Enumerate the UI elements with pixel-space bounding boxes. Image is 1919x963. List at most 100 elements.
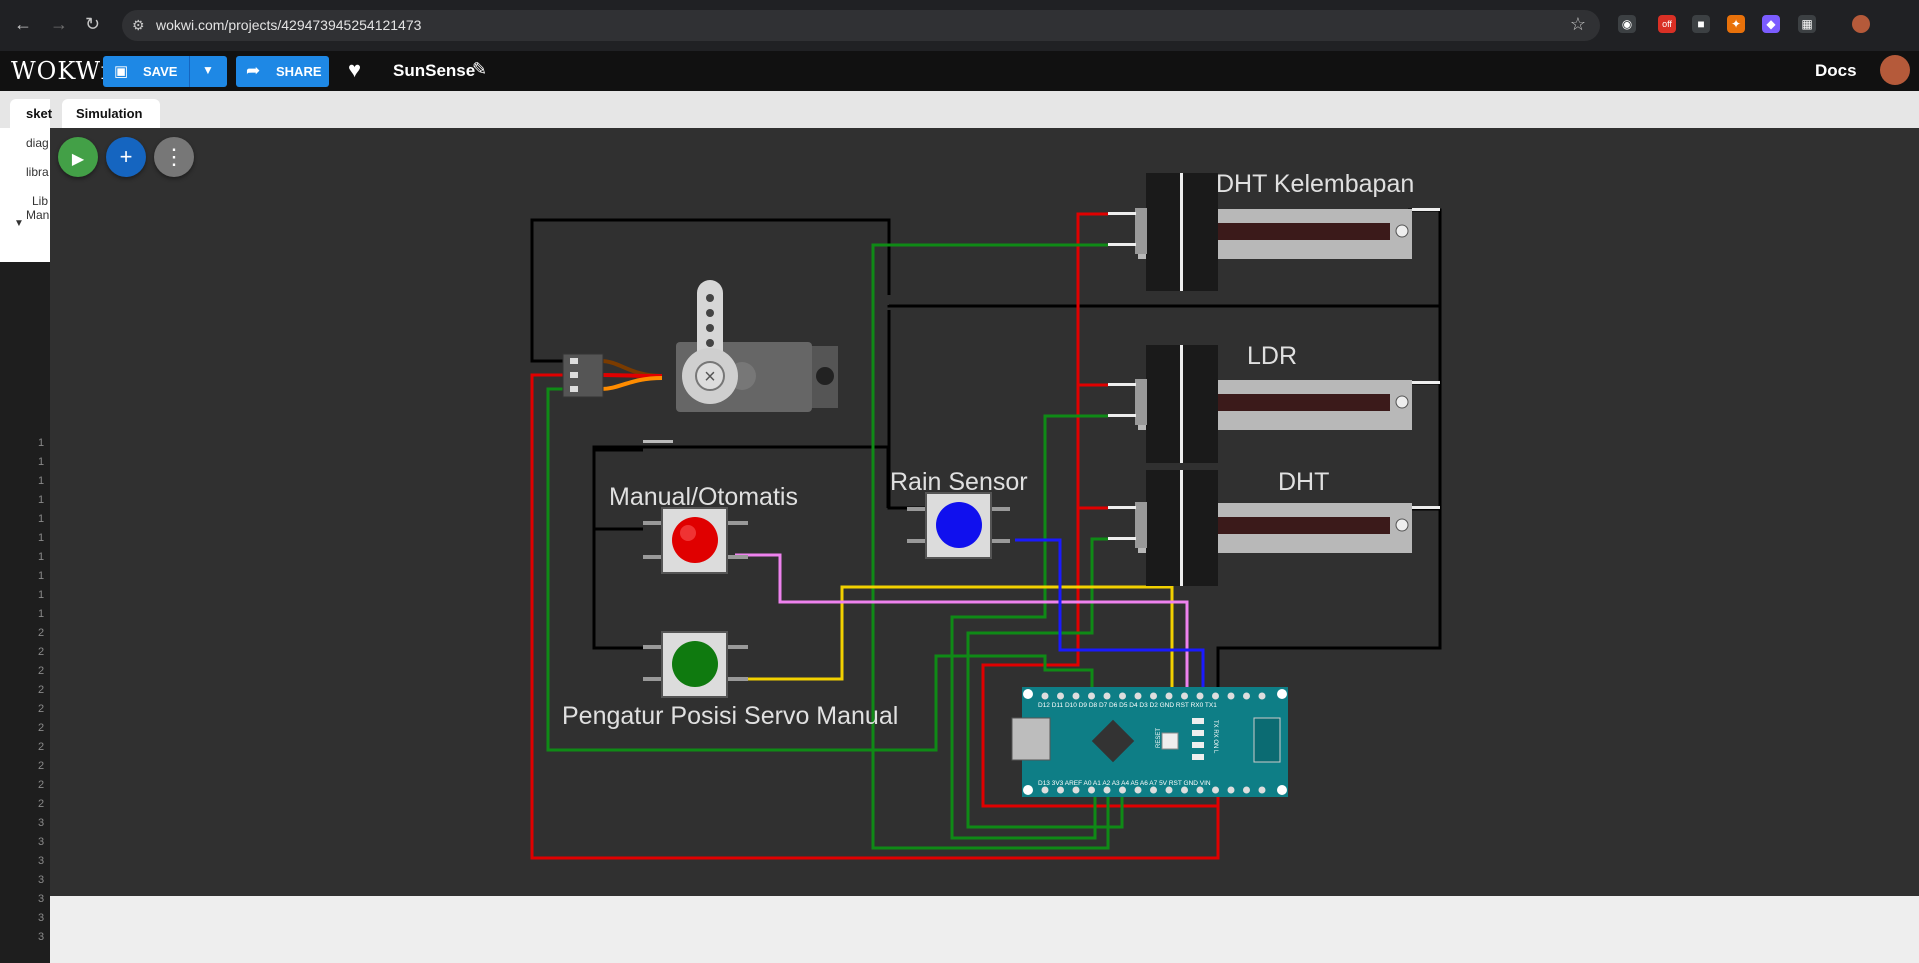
line-number: 2: [38, 703, 45, 715]
file-item[interactable]: Lib: [32, 194, 48, 208]
line-number: 1: [38, 570, 45, 582]
slider-dht[interactable]: [1135, 470, 1412, 586]
forward-icon[interactable]: →: [50, 14, 68, 35]
extension-off-icon[interactable]: off: [1658, 15, 1676, 33]
media-icon[interactable]: ■: [1692, 15, 1710, 33]
back-icon[interactable]: ←: [14, 14, 32, 35]
chevron-down-icon[interactable]: ▼: [202, 63, 214, 77]
user-avatar[interactable]: [1880, 55, 1910, 85]
profile-avatar[interactable]: [1852, 15, 1870, 33]
label-ldr: LDR: [1247, 342, 1297, 370]
start-simulation-button[interactable]: ▶: [58, 137, 98, 177]
arduino-pin[interactable]: [1243, 786, 1250, 794]
share-button[interactable]: ➦ SHARE: [236, 56, 329, 87]
label-rain-sensor: Rain Sensor: [890, 468, 1028, 496]
line-number: 2: [38, 722, 45, 734]
address-bar[interactable]: ⚙ wokwi.com/projects/429473945254121473 …: [122, 10, 1600, 41]
arduino-pin[interactable]: [1103, 692, 1111, 700]
line-number: 3: [38, 817, 45, 829]
more-options-button[interactable]: ⋮: [154, 137, 194, 177]
arduino-pin[interactable]: [1227, 692, 1235, 700]
line-number: 2: [38, 646, 45, 658]
code-editor-panel: diag libra Lib Man ▼ 1 1 1 1 1 1 1 1 1 1 2 2 2 2 2 2 2 2 2…: [0, 128, 50, 963]
arduino-pin[interactable]: [1041, 692, 1049, 700]
save-button-label: SAVE: [143, 64, 178, 79]
line-number: 1: [38, 513, 45, 525]
label-dht: DHT: [1278, 468, 1329, 496]
bottom-panel: [50, 896, 1919, 963]
puzzle-icon[interactable]: ▦: [1798, 15, 1816, 33]
arduino-pin[interactable]: [1258, 692, 1266, 700]
arduino-pin[interactable]: [1196, 786, 1204, 794]
plus-icon: +: [119, 144, 133, 169]
servo-motor[interactable]: ×: [562, 280, 838, 412]
tab-simulation-label: Simulation: [76, 106, 143, 121]
arduino-pin[interactable]: [1227, 786, 1235, 794]
line-number: 3: [38, 874, 45, 886]
site-info-icon[interactable]: ⚙: [132, 17, 145, 34]
divider: [189, 56, 190, 87]
arduino-nano[interactable]: D12 D11 D10 D9 D8 D7 D6 D5 D4 D3 D2 GND …: [1011, 687, 1288, 797]
arduino-pin[interactable]: [1134, 786, 1142, 794]
arduino-pin[interactable]: [1181, 786, 1188, 794]
arduino-pin[interactable]: [1258, 786, 1266, 794]
line-number: 3: [38, 931, 45, 943]
reload-icon[interactable]: ↻: [85, 14, 100, 35]
arduino-pin[interactable]: [1088, 692, 1095, 700]
line-number: 3: [38, 855, 45, 867]
simulation-canvas[interactable]: × D12 D11 D10 D9 D8 D7 D6 D5 D4 D3 D2 GN…: [50, 128, 1919, 896]
pushbutton-blue[interactable]: [907, 492, 1010, 559]
more-vert-icon: ⋮: [163, 144, 185, 169]
star-icon[interactable]: ☆: [1570, 14, 1586, 35]
file-item[interactable]: diag: [26, 136, 49, 150]
translate-icon[interactable]: ◉: [1618, 15, 1636, 33]
arduino-pin[interactable]: [1103, 786, 1111, 794]
arduino-pin[interactable]: [1181, 692, 1188, 700]
add-part-button[interactable]: +: [106, 137, 146, 177]
save-button[interactable]: ▣ SAVE ▼: [103, 56, 227, 87]
arduino-pin[interactable]: [1165, 786, 1173, 794]
heart-icon[interactable]: ♥: [348, 57, 361, 83]
line-number: 2: [38, 798, 45, 810]
url-text[interactable]: wokwi.com/projects/429473945254121473: [156, 17, 421, 33]
label-dht-kelembapan: DHT Kelembapan: [1216, 170, 1414, 198]
arduino-pin[interactable]: [1072, 786, 1080, 794]
line-numbers: 1 1 1 1 1 1 1 1 1 1 2 2 2 2 2 2 2 2 2 2 3 3 3 3 3 3 3: [38, 434, 44, 947]
arduino-pin[interactable]: [1057, 692, 1064, 700]
arduino-pin[interactable]: [1165, 692, 1173, 700]
app-header: WOKWi ▣ SAVE ▼ ➦ SHARE ♥ SunSense ✎ Docs: [0, 51, 1919, 91]
tab-simulation[interactable]: Simulation: [62, 99, 160, 128]
arduino-pin[interactable]: [1150, 692, 1157, 700]
arduino-pin[interactable]: [1134, 692, 1142, 700]
arduino-pin[interactable]: [1119, 786, 1126, 794]
label-manual-otomatis: Manual/Otomatis: [609, 483, 798, 511]
wokwi-logo[interactable]: WOKWi: [11, 57, 109, 85]
arduino-pin[interactable]: [1057, 786, 1064, 794]
file-item[interactable]: Man: [26, 208, 49, 222]
play-icon: ▶: [71, 151, 85, 168]
arduino-pin[interactable]: [1196, 692, 1204, 700]
floppy-icon: ▣: [114, 63, 129, 80]
arduino-pin[interactable]: [1212, 786, 1219, 794]
extension-icon[interactable]: ✦: [1727, 15, 1745, 33]
arduino-pin[interactable]: [1041, 786, 1049, 794]
servo-lead: [600, 359, 663, 391]
pushbutton-green[interactable]: [643, 631, 748, 698]
arduino-pin[interactable]: [1150, 786, 1157, 794]
svg-text:×: ×: [704, 366, 716, 388]
pencil-icon[interactable]: ✎: [472, 59, 487, 80]
extension-icon-2[interactable]: ◆: [1762, 15, 1780, 33]
arduino-pin[interactable]: [1088, 786, 1095, 794]
project-name[interactable]: SunSense: [393, 61, 475, 81]
arduino-pin[interactable]: [1072, 692, 1080, 700]
caret-down-icon[interactable]: ▼: [14, 218, 24, 229]
file-item[interactable]: libra: [26, 165, 49, 179]
arduino-pin[interactable]: [1212, 692, 1219, 700]
arduino-bottom-pin-labels: D13 3V3 AREF A0 A1 A2 A3 A4 A5 A6 A7 5V …: [1038, 780, 1211, 787]
reset-label: RESET: [1156, 728, 1162, 748]
docs-link[interactable]: Docs: [1815, 61, 1857, 81]
tab-sketch[interactable]: sket: [10, 99, 52, 128]
line-number: 2: [38, 779, 45, 791]
arduino-pin[interactable]: [1243, 692, 1250, 700]
arduino-pin[interactable]: [1119, 692, 1126, 700]
